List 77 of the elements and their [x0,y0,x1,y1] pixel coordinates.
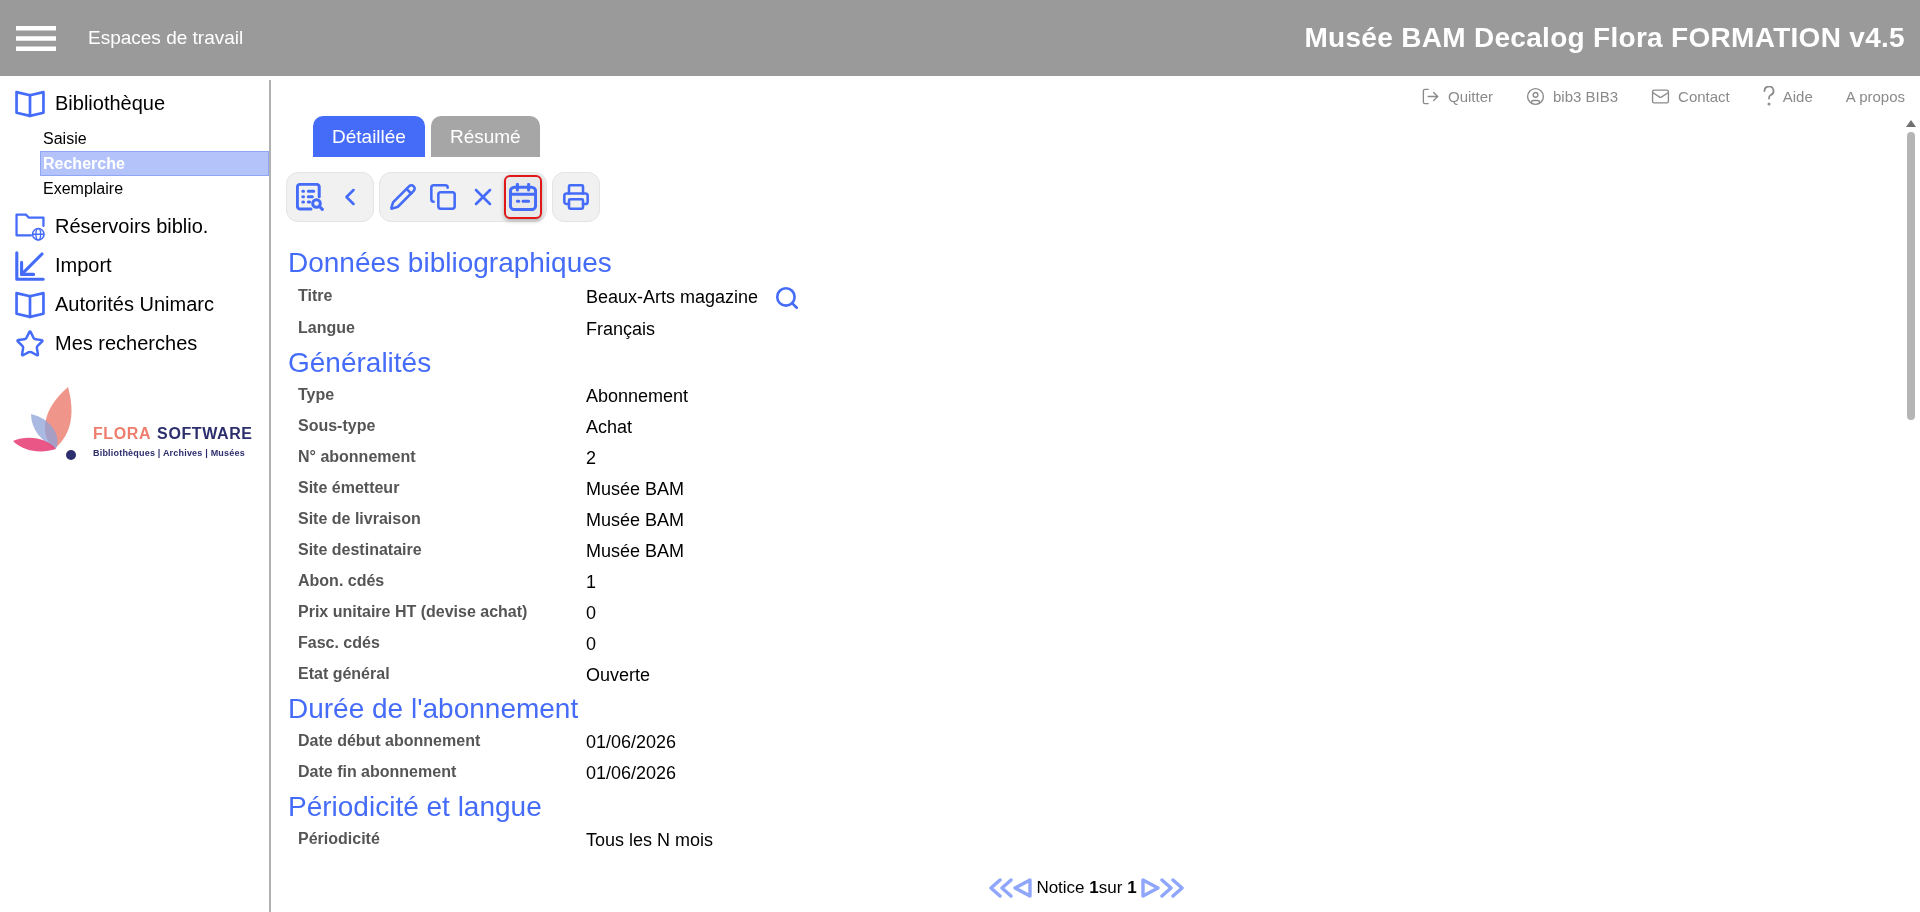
top-nav-link[interactable]: A propos [1845,87,1905,105]
field-value: 1 [586,572,596,593]
field-value: Musée BAM [586,541,685,562]
next-page-icon[interactable] [1140,877,1160,899]
sidebar-item[interactable]: Mes recherches [0,324,269,363]
field-label: Type [298,386,336,405]
field-value: Musée BAM [586,510,685,531]
logo-name: FLORA [93,425,152,443]
pencil-icon [389,183,417,211]
calendar-icon [509,183,537,211]
field-value: 01/06/2026 [586,763,677,784]
field-value: 0 [586,603,596,624]
last-page-icon[interactable] [1159,877,1184,899]
field-value: Abonnement [586,386,689,407]
logo-name: SOFTWARE [157,425,253,443]
flower-logo-icon [12,385,78,461]
section-heading: Généralités [288,346,433,380]
app-title: Musée BAM Decalog Flora FORMATION v4.5 [1304,22,1905,54]
scroll-up-icon[interactable] [1906,120,1916,127]
folder-globe-icon [15,211,45,242]
list-search-icon [296,183,324,211]
scrollbar-thumb[interactable] [1907,132,1915,420]
view-tab[interactable]: Résumé [430,116,540,157]
search-icon[interactable] [774,284,801,311]
sidebar-item[interactable]: Réservoirs biblio. [0,207,269,246]
field-label: Date fin abonnement [298,763,458,782]
sidebar-item[interactable]: Autorités Unimarc [0,285,269,324]
logo-tagline: Bibliothèques | Archives | Musées [93,448,246,458]
field-label: Site destinataire [298,541,423,560]
book-icon [15,289,45,320]
calendar-button[interactable] [504,175,542,219]
field-label: Abon. cdés [298,572,386,591]
field-label: N° abonnement [298,448,417,467]
copy-icon [429,183,457,211]
top-nav-link[interactable]: Aide [1762,86,1813,106]
field-label: Date début abonnement [298,732,482,751]
field-label: Périodicité [298,830,381,849]
first-page-icon[interactable] [989,877,1014,899]
user-circle-icon [1526,86,1545,106]
field-value: Achat [586,417,633,438]
field-value: Musée BAM [586,479,685,500]
sidebar-subitem[interactable]: Saisie [40,126,269,151]
field-value: 01/06/2026 [586,732,677,753]
top-nav-link[interactable]: bib3 BIB3 [1526,86,1619,106]
field-value: 0 [586,634,596,655]
field-value: 2 [586,448,596,469]
sidebar-item[interactable]: Import [0,246,269,285]
field-label: Langue [298,319,356,338]
printer-icon [562,183,590,211]
book-icon [15,88,45,119]
view-tab[interactable]: Détaillée [313,116,425,157]
previous-page-icon[interactable] [1013,877,1033,899]
field-label: Titre [298,287,334,306]
star-icon [15,328,45,359]
sidebar-subitem[interactable]: Exemplaire [40,176,269,201]
section-heading: Données bibliographiques [288,246,613,280]
field-label: Prix unitaire HT (devise achat) [298,603,529,622]
top-nav-link[interactable]: Contact [1651,86,1730,106]
field-value: Beaux-Arts magazine [586,287,759,308]
field-label: Site de livraison [298,510,422,529]
field-value: Tous les N mois [586,830,714,851]
field-label: Etat général [298,665,391,684]
field-label: Sous-type [298,417,377,436]
sidebar-item[interactable]: Bibliothèque [0,84,269,123]
field-label: Fasc. cdés [298,634,381,653]
logout-icon [1421,86,1440,106]
question-mark-icon [1762,86,1775,106]
workspaces-link[interactable]: Espaces de travail [88,27,244,49]
field-value: Français [586,319,656,340]
field-value: Ouverte [586,665,651,686]
field-label: Site émetteur [298,479,401,498]
top-nav-link[interactable]: Quitter [1421,86,1493,106]
menu-icon[interactable] [16,25,56,51]
mail-icon [1651,86,1671,106]
section-heading: Durée de l'abonnement [288,692,580,726]
section-heading: Périodicité et langue [288,790,543,824]
pagination-text: Notice 1sur 1 [1036,878,1137,898]
